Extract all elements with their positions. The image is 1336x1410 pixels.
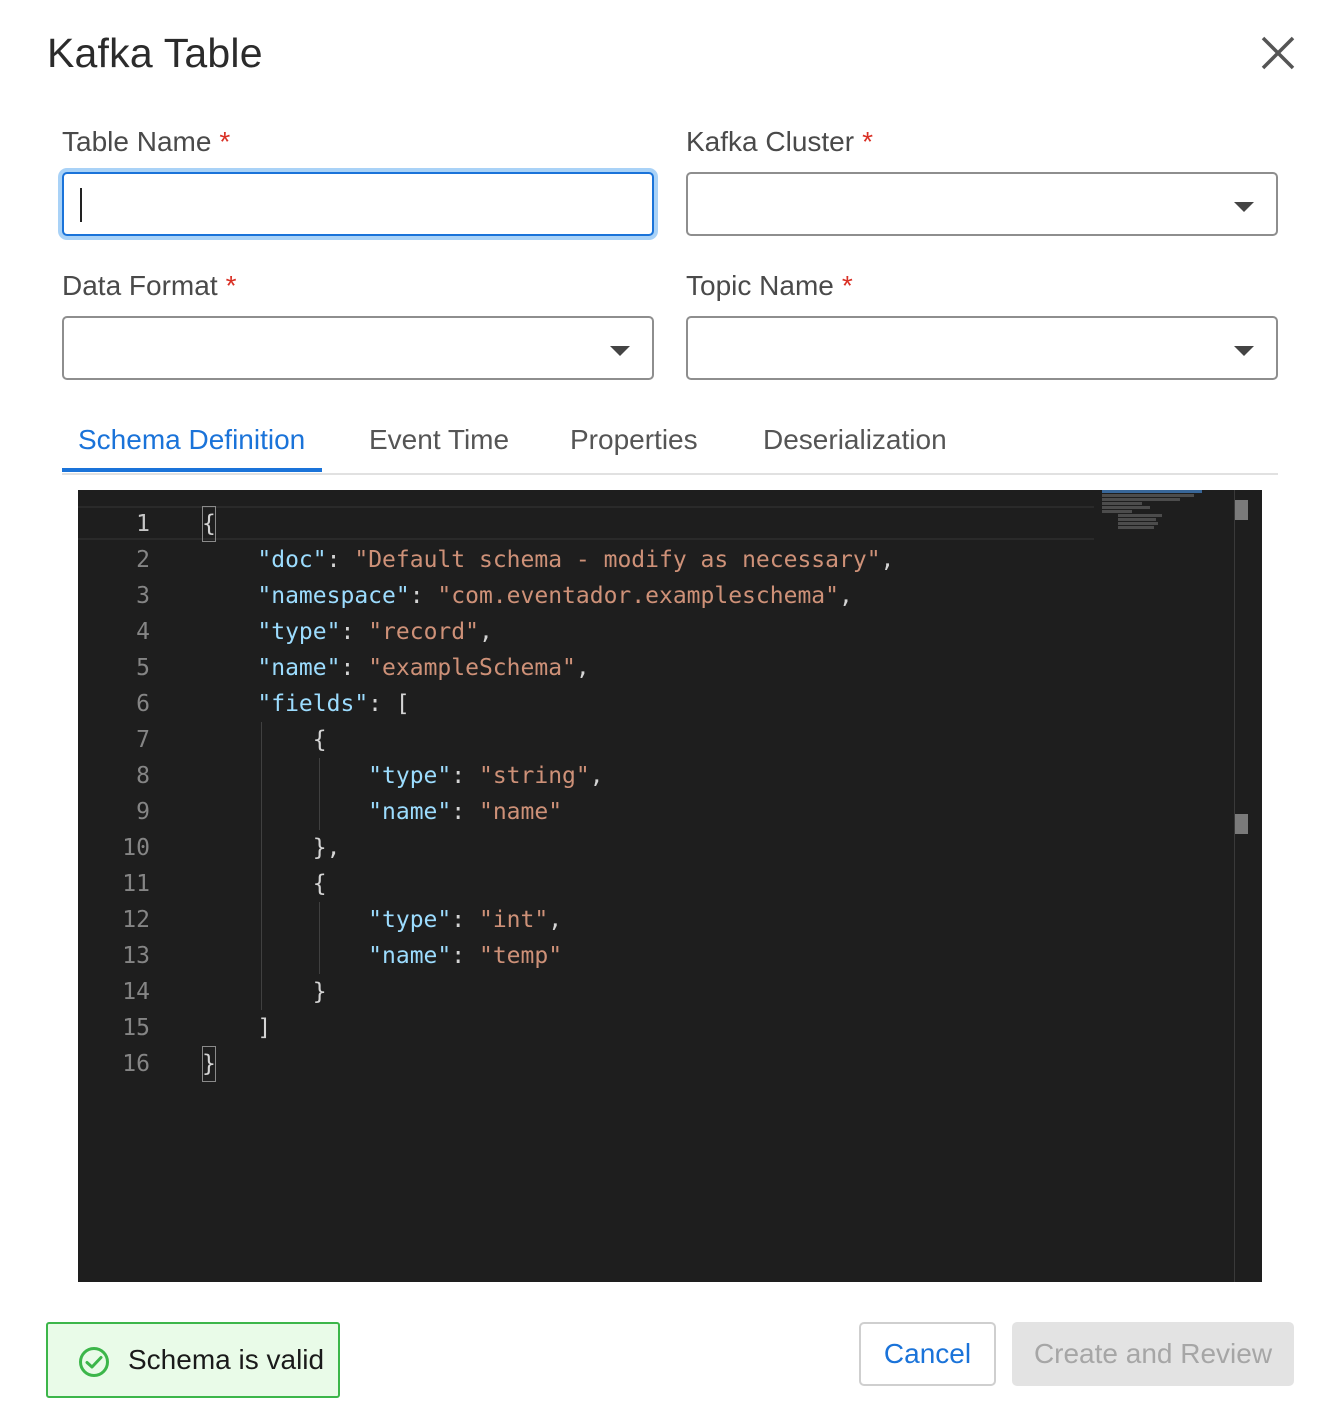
code-line: {: [202, 727, 327, 753]
code-line: "namespace": "com.eventador.exampleschem…: [257, 583, 853, 609]
code-line: }: [202, 1046, 1182, 1082]
required-marker: *: [225, 270, 237, 301]
line-number: 6: [136, 691, 150, 717]
code-line: "name": "name": [368, 799, 563, 825]
line-number: 4: [136, 619, 150, 645]
code-line: "doc": "Default schema - modify as neces…: [257, 547, 895, 573]
line-number: 10: [122, 835, 150, 861]
required-marker: *: [862, 126, 873, 157]
minimap-row: [1118, 522, 1158, 525]
close-button[interactable]: [1255, 30, 1301, 76]
create-and-review-button[interactable]: Create and Review: [1012, 1322, 1294, 1386]
topic-name-select[interactable]: [686, 316, 1278, 380]
code-line: "type": "string",: [368, 763, 604, 789]
line-number: 3: [136, 583, 150, 609]
code-line: "name": "temp": [368, 943, 563, 969]
topic-name-label-text: Topic Name: [686, 270, 834, 301]
code-line: ]: [202, 1015, 272, 1041]
caret-down-icon: [1234, 346, 1254, 356]
tab-schema-definition[interactable]: Schema Definition: [78, 424, 305, 456]
minimap-row: [1102, 498, 1180, 501]
kafka-cluster-select[interactable]: [686, 172, 1278, 236]
minimap-row: [1102, 490, 1202, 493]
minimap-row: [1102, 510, 1132, 513]
code-line: },: [202, 835, 341, 861]
dialog-title: Kafka Table: [47, 30, 263, 76]
line-number: 8: [136, 763, 150, 789]
code-line: "type": "record",: [257, 619, 493, 645]
minimap-row: [1118, 514, 1162, 517]
minimap-row: [1118, 526, 1154, 529]
kafka-cluster-label: Kafka Cluster *: [686, 126, 873, 158]
minimap-row: [1102, 494, 1194, 497]
required-marker: *: [841, 270, 853, 301]
cancel-button[interactable]: Cancel: [859, 1322, 996, 1386]
code-line: "name": "exampleSchema",: [257, 655, 590, 681]
data-format-select[interactable]: [62, 316, 654, 380]
scrollbar-marker: [1235, 814, 1248, 834]
kafka-cluster-label-text: Kafka Cluster: [686, 126, 855, 157]
line-number: 9: [136, 799, 150, 825]
scrollbar-thumb[interactable]: [1235, 500, 1248, 520]
schema-code-editor[interactable]: 1 2 3 4 5 6 7 8 9 10 11 12 13 14 15 16 {…: [78, 490, 1262, 1282]
line-number: 5: [136, 655, 150, 681]
code-line: }: [202, 979, 327, 1005]
line-number-gutter: 1 2 3 4 5 6 7 8 9 10 11 12 13 14 15 16: [78, 506, 150, 1082]
line-number: 7: [136, 727, 150, 753]
tab-event-time[interactable]: Event Time: [369, 424, 509, 456]
text-caret: [80, 188, 82, 222]
line-number: 16: [122, 1051, 150, 1077]
line-number: 15: [122, 1015, 150, 1041]
code-line: {: [202, 871, 327, 897]
table-name-input[interactable]: [62, 172, 654, 236]
line-number: 13: [122, 943, 150, 969]
code-line: {: [202, 506, 1182, 542]
minimap-row: [1118, 518, 1156, 521]
line-number: 11: [122, 871, 150, 897]
tab-deserialization[interactable]: Deserialization: [763, 424, 947, 456]
code-line: "type": "int",: [368, 907, 563, 933]
schema-valid-badge: Schema is valid: [46, 1322, 340, 1398]
line-number: 14: [122, 979, 150, 1005]
editor-minimap[interactable]: [1102, 490, 1232, 560]
caret-down-icon: [1234, 202, 1254, 212]
code-line: "fields": [: [257, 691, 410, 717]
close-icon[interactable]: [1255, 30, 1301, 76]
table-name-label-text: Table Name: [62, 126, 212, 157]
editor-scrollbar[interactable]: [1234, 490, 1235, 1282]
table-name-label: Table Name *: [62, 126, 230, 158]
line-number: 1: [136, 511, 150, 537]
caret-down-icon: [610, 346, 630, 356]
schema-valid-text: Schema is valid: [128, 1344, 325, 1375]
minimap-row: [1102, 502, 1142, 505]
tab-bar: Schema Definition Event Time Properties …: [62, 418, 1278, 475]
check-circle-icon: [79, 1347, 109, 1377]
minimap-row: [1102, 506, 1150, 509]
active-tab-indicator: [62, 468, 322, 472]
line-number: 12: [122, 907, 150, 933]
data-format-label: Data Format *: [62, 270, 237, 302]
code-lines: { "doc": "Default schema - modify as nec…: [202, 506, 1182, 1082]
data-format-label-text: Data Format: [62, 270, 218, 301]
topic-name-label: Topic Name *: [686, 270, 853, 302]
tab-properties[interactable]: Properties: [570, 424, 698, 456]
required-marker: *: [219, 126, 231, 157]
line-number: 2: [136, 547, 150, 573]
